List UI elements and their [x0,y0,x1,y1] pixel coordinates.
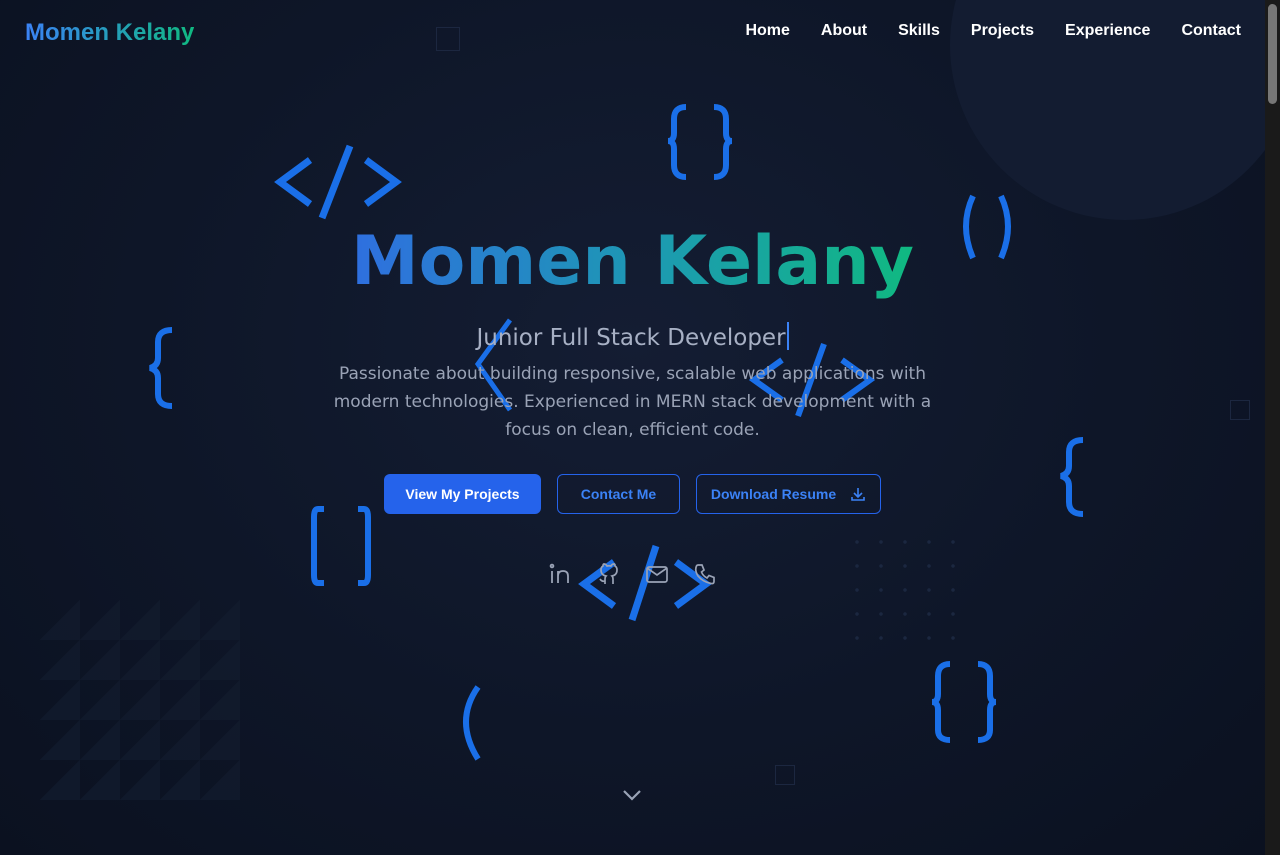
download-resume-label: Download Resume [710,486,837,502]
scroll-down-chevron-icon[interactable] [620,783,644,807]
view-projects-label: View My Projects [405,486,520,502]
phone-icon[interactable] [692,562,718,586]
background-triangle-pattern [40,600,240,800]
nav-item-projects[interactable]: Projects [971,22,1034,40]
curly-braces-icon [931,661,997,743]
brand-logo[interactable]: Momen Kelany [25,19,194,47]
curly-braces-icon [667,104,733,180]
hero-subtitle-text: Junior Full Stack Developer [476,325,786,351]
linkedin-icon[interactable] [548,562,574,586]
typing-cursor [786,322,789,350]
download-icon [851,488,865,501]
parentheses-icon [311,506,371,586]
nav-item-about[interactable]: About [821,22,867,40]
github-icon[interactable] [596,562,622,586]
nav-item-contact[interactable]: Contact [1181,22,1241,40]
hero-buttons: View My Projects Contact Me Download Res… [384,474,881,514]
nav-item-experience[interactable]: Experience [1065,22,1150,40]
background-square [775,765,795,785]
nav-item-home[interactable]: Home [745,22,789,40]
hero-title-text: Momen Kelany [351,222,914,301]
contact-me-button[interactable]: Contact Me [557,474,680,514]
view-projects-button[interactable]: View My Projects [384,474,541,514]
mail-icon[interactable] [644,562,670,586]
curly-brace-icon [1060,437,1084,517]
contact-me-label: Contact Me [580,486,657,502]
page-scrollbar[interactable] [1265,0,1280,855]
nav-item-skills[interactable]: Skills [898,22,940,40]
hero-page: Momen Kelany Home About Skills Projects … [0,0,1265,855]
nav-menu: Home About Skills Projects Experience Co… [745,22,1241,40]
hero-description: Passionate about building responsive, sc… [333,364,932,440]
parenthesis-icon [463,685,481,761]
hero-subtitle: Junior Full Stack Developer [0,322,1265,351]
background-dot-grid [845,530,975,660]
background-square [1230,400,1250,420]
download-resume-button[interactable]: Download Resume [696,474,881,514]
navbar: Momen Kelany Home About Skills Projects … [0,0,1265,66]
hero-title: Momen Kelany [0,222,1265,301]
social-links [548,562,718,586]
scrollbar-thumb[interactable] [1268,4,1277,104]
code-tag-icon [274,144,402,220]
